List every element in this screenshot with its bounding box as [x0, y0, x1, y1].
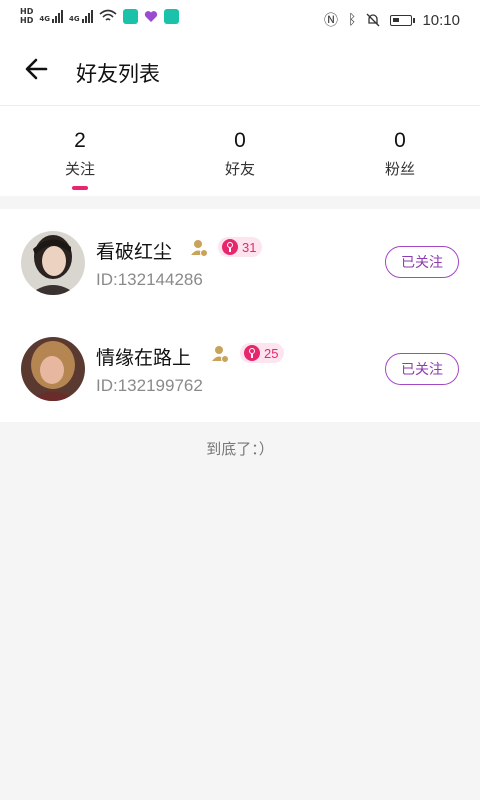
level-number: 31: [242, 239, 257, 255]
friend-list: 看破红尘 31 ID:132144286 已关注 情缘在路上 25 ID:132…: [0, 209, 480, 422]
arrow-left-icon[interactable]: [22, 54, 52, 84]
active-tab-indicator: [72, 186, 88, 190]
signal-icon: 4G: [39, 9, 63, 23]
nfc-icon: Ⓝ: [324, 13, 339, 29]
hd-indicator: HD HD: [20, 7, 34, 25]
friend-name: 看破红尘: [96, 241, 173, 263]
list-item[interactable]: 看破红尘 31 ID:132144286 已关注: [0, 209, 480, 315]
followed-button[interactable]: 已关注: [385, 353, 459, 385]
tab-fans[interactable]: 0 粉丝: [340, 130, 460, 179]
signal-icon: 4G: [69, 9, 93, 23]
heart-app-icon: [144, 10, 157, 22]
female-icon: [222, 239, 238, 255]
fans-label: 粉丝: [384, 160, 415, 178]
level-badge: 25: [240, 343, 285, 363]
tab-friends[interactable]: 0 好友: [180, 130, 300, 179]
app-header: 好友列表: [0, 38, 480, 106]
female-icon: [244, 345, 260, 361]
avatar[interactable]: [21, 337, 85, 401]
fans-count: 0: [394, 129, 406, 152]
verified-user-icon: [191, 240, 208, 257]
level-number: 25: [264, 345, 279, 361]
following-label: 关注: [64, 160, 95, 178]
bluetooth-icon: ᛒ: [348, 12, 357, 28]
mute-bell-icon: [366, 13, 380, 27]
following-count: 2: [74, 129, 86, 152]
verified-user-icon: [212, 346, 229, 363]
page-title: 好友列表: [76, 62, 160, 86]
wifi-icon: [99, 9, 117, 21]
clock: 10:10: [422, 11, 460, 29]
friends-label: 好友: [224, 160, 255, 178]
friend-id: ID:132144286: [96, 270, 203, 289]
chat-app-icon: [163, 8, 179, 24]
list-item[interactable]: 情缘在路上 25 ID:132199762 已关注: [0, 316, 480, 422]
status-left: HD HD 4G 4G: [20, 7, 179, 25]
chat-app-icon: [122, 8, 138, 24]
followed-button[interactable]: 已关注: [385, 246, 459, 278]
level-badge: 31: [218, 237, 263, 257]
status-bar: HD HD 4G 4G Ⓝ ᛒ 10:10: [0, 0, 480, 38]
status-right: Ⓝ ᛒ 10:10: [324, 10, 460, 30]
tab-following[interactable]: 2 关注: [20, 130, 140, 190]
stats-tabs: 2 关注 0 好友 0 粉丝: [0, 106, 480, 196]
end-of-list-text: 到底了：）: [206, 440, 274, 458]
friend-id: ID:132199762: [96, 376, 203, 395]
friend-name: 情缘在路上: [96, 347, 192, 369]
battery-icon: [390, 14, 416, 26]
avatar[interactable]: [21, 231, 85, 295]
friends-count: 0: [234, 129, 246, 152]
